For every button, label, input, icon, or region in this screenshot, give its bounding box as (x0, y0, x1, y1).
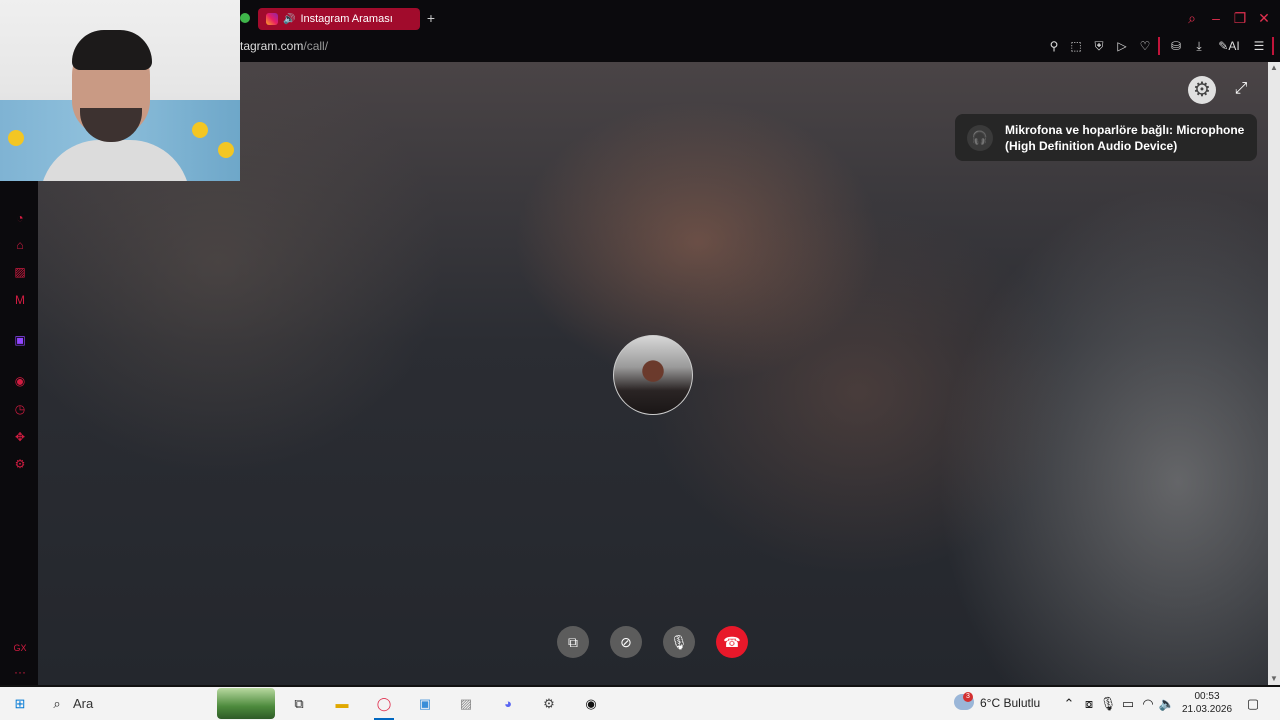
toast-message: Mikrofona ve hoparlöre bağlı: Microphone… (1005, 122, 1244, 154)
call-settings-button[interactable]: ⚙ (1188, 76, 1216, 104)
history-icon[interactable]: ◷ (12, 401, 28, 417)
toolbar-divider (1272, 37, 1274, 55)
snapshot-icon[interactable]: ⬚ (1068, 38, 1084, 54)
tab-instagram-call[interactable]: 🔊 Instagram Araması (258, 8, 420, 30)
url-host: tagram.com (240, 39, 304, 53)
toolbar-divider (1158, 37, 1160, 55)
scrollbar[interactable] (1268, 62, 1280, 685)
wallet-icon[interactable]: ⛁ (1168, 38, 1184, 54)
microphone-toggle-button[interactable]: 🎙 (663, 626, 695, 658)
toast-line-1: Mikrofona ve hoparlöre bağlı: Microphone (1005, 122, 1245, 137)
shield-icon[interactable]: ⛨ (1091, 38, 1107, 54)
camera-off-icon: ⊘ (620, 634, 632, 650)
twitch-icon[interactable]: ▣ (12, 332, 28, 348)
weather-badge: 3 (963, 692, 973, 702)
microphone-icon: 🎙 (670, 634, 688, 650)
scroll-down-icon[interactable]: ▼ (1268, 673, 1280, 685)
address-bar[interactable]: tagram.com/call/ (240, 39, 328, 53)
windows-taskbar: ⊞ ⌕ Ara ⧉ ▬ ◯ ▣ ▨ ◕ ⚙ ◉ 3 6°C Bulutlu ⌃ … (0, 687, 1280, 720)
search-icon[interactable]: ⌕ (48, 695, 66, 713)
screen-share-icon: ⧉ (568, 634, 578, 650)
microphone-tray-icon[interactable]: 🎙 (1099, 695, 1117, 713)
pin-icon[interactable]: ⚲ (1046, 38, 1062, 54)
gaming-icon[interactable]: ▨ (12, 264, 28, 280)
extensions-icon[interactable]: ✥ (12, 429, 28, 445)
url-path: /call/ (303, 39, 329, 53)
instagram-icon (266, 13, 278, 25)
caller-avatar (613, 335, 693, 415)
opera-gx-icon[interactable]: ◯ (375, 695, 393, 713)
person-hair (72, 30, 152, 70)
volume-icon[interactable]: 🔈 (1158, 695, 1176, 713)
more-icon[interactable]: ··· (12, 664, 28, 680)
browser-sidebar: ◔ ⌂ ▨ M ▣ ◉ ◷ ✥ ⚙ GX ··· (0, 180, 38, 685)
weather-text[interactable]: 6°C Bulutlu (980, 696, 1040, 710)
task-view-icon[interactable]: ⧉ (290, 695, 308, 713)
speed-dial-icon[interactable]: ◔ (12, 210, 28, 226)
meet-now-icon[interactable]: ⧇ (1080, 695, 1098, 713)
flower-pattern (218, 142, 234, 158)
play-icon[interactable]: ▷ (1114, 38, 1130, 54)
system-clock[interactable]: 00:53 21.03.2026 (1180, 690, 1234, 716)
toast-line-2: (High Definition Audio Device) (1005, 138, 1178, 153)
search-highlight-image[interactable] (217, 688, 275, 719)
ai-icon[interactable]: ✎AI (1216, 38, 1242, 54)
file-explorer-icon[interactable]: ▬ (333, 695, 351, 713)
tab-title: Instagram Araması (300, 13, 393, 25)
restore-icon[interactable]: ❐ (1232, 10, 1248, 26)
new-tab-button[interactable]: + (424, 10, 438, 26)
search-icon[interactable]: ⌕ (1184, 10, 1200, 26)
wifi-icon[interactable]: ◠ (1139, 695, 1157, 713)
headphones-icon: 🎧 (967, 124, 993, 151)
windows-start-icon[interactable]: ⊞ (11, 695, 29, 713)
notifications-icon[interactable]: ▢ (1244, 695, 1262, 713)
gear-icon: ⚙ (1193, 79, 1211, 101)
camera-toggle-button[interactable]: ⊘ (610, 626, 642, 658)
flower-pattern (8, 130, 24, 146)
expand-icon: ⤢ (1234, 80, 1248, 97)
discord-icon[interactable]: ◕ (499, 695, 517, 713)
gx-logo-icon[interactable]: GX (12, 640, 28, 656)
settings-icon[interactable]: ⚙ (540, 695, 558, 713)
taskbar-search[interactable]: Ara (73, 696, 93, 711)
settings-icon[interactable]: ⚙ (12, 456, 28, 472)
battery-icon[interactable]: ▭ (1119, 695, 1137, 713)
audio-device-toast: 🎧 Mikrofona ve hoparlöre bağlı: Micropho… (955, 114, 1257, 161)
photos-icon[interactable]: ▣ (416, 695, 434, 713)
speaker-icon[interactable]: 🔊 (283, 14, 295, 25)
hang-up-icon: ☎ (723, 634, 741, 650)
flower-pattern (192, 122, 208, 138)
clock-date: 21.03.2026 (1181, 704, 1233, 715)
close-icon[interactable]: ✕ (1256, 10, 1272, 26)
end-call-button[interactable]: ☎ (716, 626, 748, 658)
clock-time: 00:53 (1194, 691, 1220, 702)
webcam-preview (0, 0, 240, 181)
screen-share-button[interactable]: ⧉ (557, 626, 589, 658)
messenger-icon[interactable]: M (12, 292, 28, 308)
download-icon[interactable]: ⤓ (1191, 38, 1207, 54)
image-viewer-icon[interactable]: ▨ (457, 695, 475, 713)
scroll-up-icon[interactable]: ▲ (1268, 62, 1280, 74)
gx-corner-icon[interactable]: ⌂ (12, 237, 28, 253)
heart-icon[interactable]: ♡ (1137, 38, 1153, 54)
minimize-icon[interactable]: – (1208, 10, 1224, 26)
menu-icon[interactable]: ☰ (1251, 38, 1267, 54)
fullscreen-button[interactable]: ⤢ (1230, 78, 1252, 100)
whatsapp-tab-icon[interactable] (240, 13, 250, 23)
player-icon[interactable]: ◉ (12, 373, 28, 389)
chevron-up-icon[interactable]: ⌃ (1060, 695, 1078, 713)
app-icon[interactable]: ◉ (582, 695, 600, 713)
